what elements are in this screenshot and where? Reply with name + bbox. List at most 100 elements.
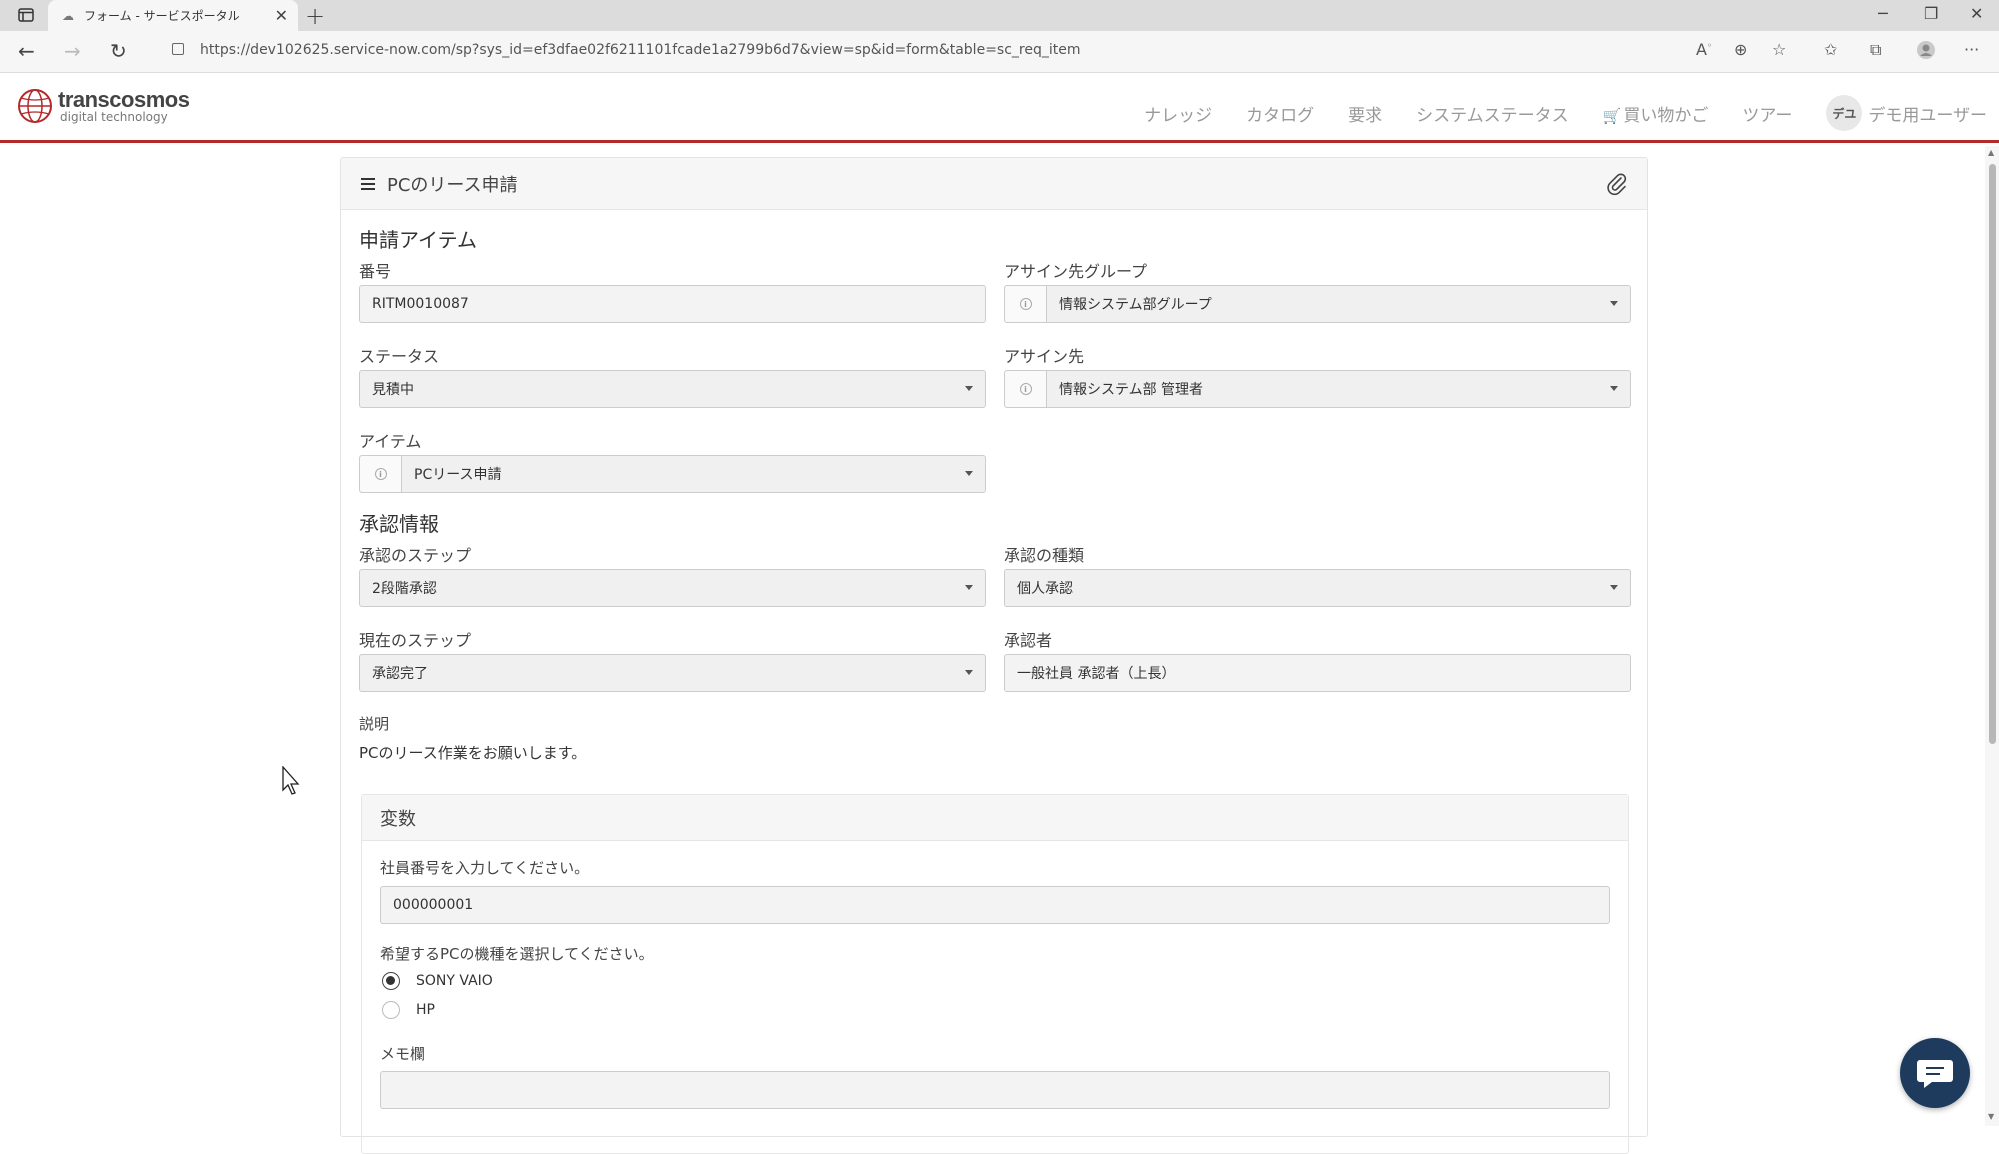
lock-icon[interactable] <box>172 43 184 55</box>
approver-field[interactable]: 一般社員 承認者（上長） <box>1004 654 1631 692</box>
portal-header: transcosmos digital technology ナレッジ カタログ… <box>0 73 1999 143</box>
chevron-down-icon <box>965 386 973 391</box>
forward-icon[interactable]: → <box>64 39 81 63</box>
mouse-cursor-icon <box>282 766 300 795</box>
new-tab-icon[interactable]: + <box>305 2 325 30</box>
chat-button[interactable] <box>1900 1038 1970 1108</box>
variables-title: 変数 <box>362 795 1628 841</box>
chevron-down-icon <box>1610 386 1618 391</box>
reload-icon[interactable]: ↻ <box>110 39 127 63</box>
logo-tagline: digital technology <box>60 110 168 124</box>
current-step-select[interactable]: 承認完了 <box>359 654 986 692</box>
address-bar: ← → ↻ https://dev102625.service-now.com/… <box>0 31 1999 73</box>
user-name: デモ用ユーザー <box>1868 105 1987 126</box>
favorites-icon[interactable]: ✩ <box>1824 40 1837 59</box>
nav-tour[interactable]: ツアー <box>1742 101 1792 126</box>
logo-wordmark: transcosmos <box>58 87 190 112</box>
chevron-down-icon <box>965 471 973 476</box>
assign-group-info[interactable]: i <box>1005 286 1047 322</box>
nav-requests[interactable]: 要求 <box>1348 101 1382 126</box>
radio-button[interactable] <box>382 1001 400 1019</box>
nav-catalog[interactable]: カタログ <box>1246 101 1314 126</box>
tab-close-icon[interactable]: ✕ <box>275 6 288 25</box>
hamburger-menu-icon[interactable] <box>361 177 375 190</box>
paperclip-icon[interactable] <box>1605 172 1629 196</box>
memo-field[interactable] <box>380 1071 1610 1109</box>
section-request-item: 申請アイテム <box>359 228 477 252</box>
read-aloud-icon[interactable]: A◦ <box>1696 40 1712 59</box>
section-approval: 承認情報 <box>359 512 439 536</box>
minimize-icon[interactable]: ─ <box>1878 4 1888 23</box>
back-icon[interactable]: ← <box>18 39 35 63</box>
browser-tab-active[interactable]: ☁ フォーム - サービスポータル ✕ <box>48 0 298 31</box>
restore-icon[interactable]: ❐ <box>1924 4 1938 23</box>
globe-logo-icon <box>18 89 52 123</box>
tab-title: フォーム - サービスポータル <box>84 9 240 23</box>
approval-step-value: 2段階承認 <box>372 581 437 597</box>
item-label: アイテム <box>359 432 422 451</box>
tab-actions-icon[interactable] <box>16 6 36 24</box>
variables-section: 変数 社員番号を入力してください。 000000001 希望するPCの機種を選択… <box>361 794 1629 1154</box>
more-menu-icon[interactable]: ··· <box>1964 40 1979 59</box>
user-menu[interactable]: デユ デモ用ユーザー <box>1826 95 1987 131</box>
approver-value: 一般社員 承認者（上長） <box>1017 666 1176 682</box>
nav-cart[interactable]: 🛒 買い物かご <box>1603 101 1709 126</box>
radio-button-checked[interactable] <box>382 972 400 990</box>
nav-cart-label: 買い物かご <box>1623 105 1709 126</box>
form-panel: PCのリース申請 申請アイテム 番号 RITM0010087 アサイン先グループ… <box>340 157 1648 1154</box>
nav-system-status[interactable]: システムステータス <box>1416 101 1569 126</box>
status-label: ステータス <box>359 347 440 366</box>
status-value: 見積中 <box>372 382 414 398</box>
close-window-icon[interactable]: ✕ <box>1970 4 1983 23</box>
top-navigation: ナレッジ カタログ 要求 システムステータス 🛒 買い物かご ツアー デユ デモ用… <box>1110 95 1987 131</box>
servicenow-favicon-icon: ☁ <box>62 8 74 23</box>
number-field[interactable]: RITM0010087 <box>359 285 986 323</box>
chevron-down-icon <box>1610 585 1618 590</box>
description-text: PCのリース作業をお願いします。 <box>359 744 587 762</box>
info-icon: i <box>374 468 387 480</box>
item-value: PCリース申請 <box>414 467 502 483</box>
pc-model-label: 希望するPCの機種を選択してください。 <box>380 945 654 963</box>
collections-icon[interactable]: ⧉ <box>1870 40 1881 60</box>
assignee-select[interactable]: i 情報システム部 管理者 <box>1004 370 1631 408</box>
employee-number-field[interactable]: 000000001 <box>380 886 1610 924</box>
form-panel-header: PCのリース申請 <box>341 158 1647 210</box>
scroll-thumb[interactable] <box>1989 164 1996 744</box>
assign-group-select[interactable]: i 情報システム部グループ <box>1004 285 1631 323</box>
number-value: RITM0010087 <box>372 296 469 312</box>
item-select[interactable]: i PCリース申請 <box>359 455 986 493</box>
page-scrollbar[interactable]: ▲ ▼ <box>1985 146 1999 1126</box>
url-field[interactable]: https://dev102625.service-now.com/sp?sys… <box>172 42 1081 58</box>
chevron-down-icon <box>965 585 973 590</box>
radio-label: HP <box>416 1002 435 1018</box>
approver-label: 承認者 <box>1004 631 1053 650</box>
form-title: PCのリース申請 <box>387 174 518 196</box>
chevron-down-icon <box>965 670 973 675</box>
current-step-label: 現在のステップ <box>359 631 472 650</box>
radio-option-hp[interactable]: HP <box>382 1001 435 1019</box>
approval-type-select[interactable]: 個人承認 <box>1004 569 1631 607</box>
current-step-value: 承認完了 <box>372 666 428 682</box>
zoom-icon[interactable]: ⊕ <box>1734 40 1747 59</box>
company-logo[interactable]: transcosmos digital technology <box>16 87 190 125</box>
approval-step-select[interactable]: 2段階承認 <box>359 569 986 607</box>
employee-number-value: 000000001 <box>393 897 474 913</box>
assignee-info[interactable]: i <box>1005 371 1047 407</box>
scroll-down-icon[interactable]: ▼ <box>1988 1112 1994 1121</box>
nav-knowledge[interactable]: ナレッジ <box>1144 101 1212 126</box>
assign-group-label: アサイン先グループ <box>1004 262 1148 281</box>
radio-label: SONY VAIO <box>416 973 493 989</box>
memo-label: メモ欄 <box>380 1045 426 1063</box>
profile-icon[interactable] <box>1916 40 1936 64</box>
radio-option-sony-vaio[interactable]: SONY VAIO <box>382 972 493 990</box>
browser-tabbar: ☁ フォーム - サービスポータル ✕ + ─ ❐ ✕ <box>0 0 1999 31</box>
approval-type-label: 承認の種類 <box>1004 546 1085 565</box>
item-info[interactable]: i <box>360 456 402 492</box>
chevron-down-icon <box>1610 301 1618 306</box>
number-label: 番号 <box>359 262 392 281</box>
approval-step-label: 承認のステップ <box>359 546 472 565</box>
add-favorite-icon[interactable]: ☆ <box>1772 40 1786 59</box>
info-icon: i <box>1019 383 1032 395</box>
scroll-up-icon[interactable]: ▲ <box>1988 148 1994 157</box>
status-select[interactable]: 見積中 <box>359 370 986 408</box>
